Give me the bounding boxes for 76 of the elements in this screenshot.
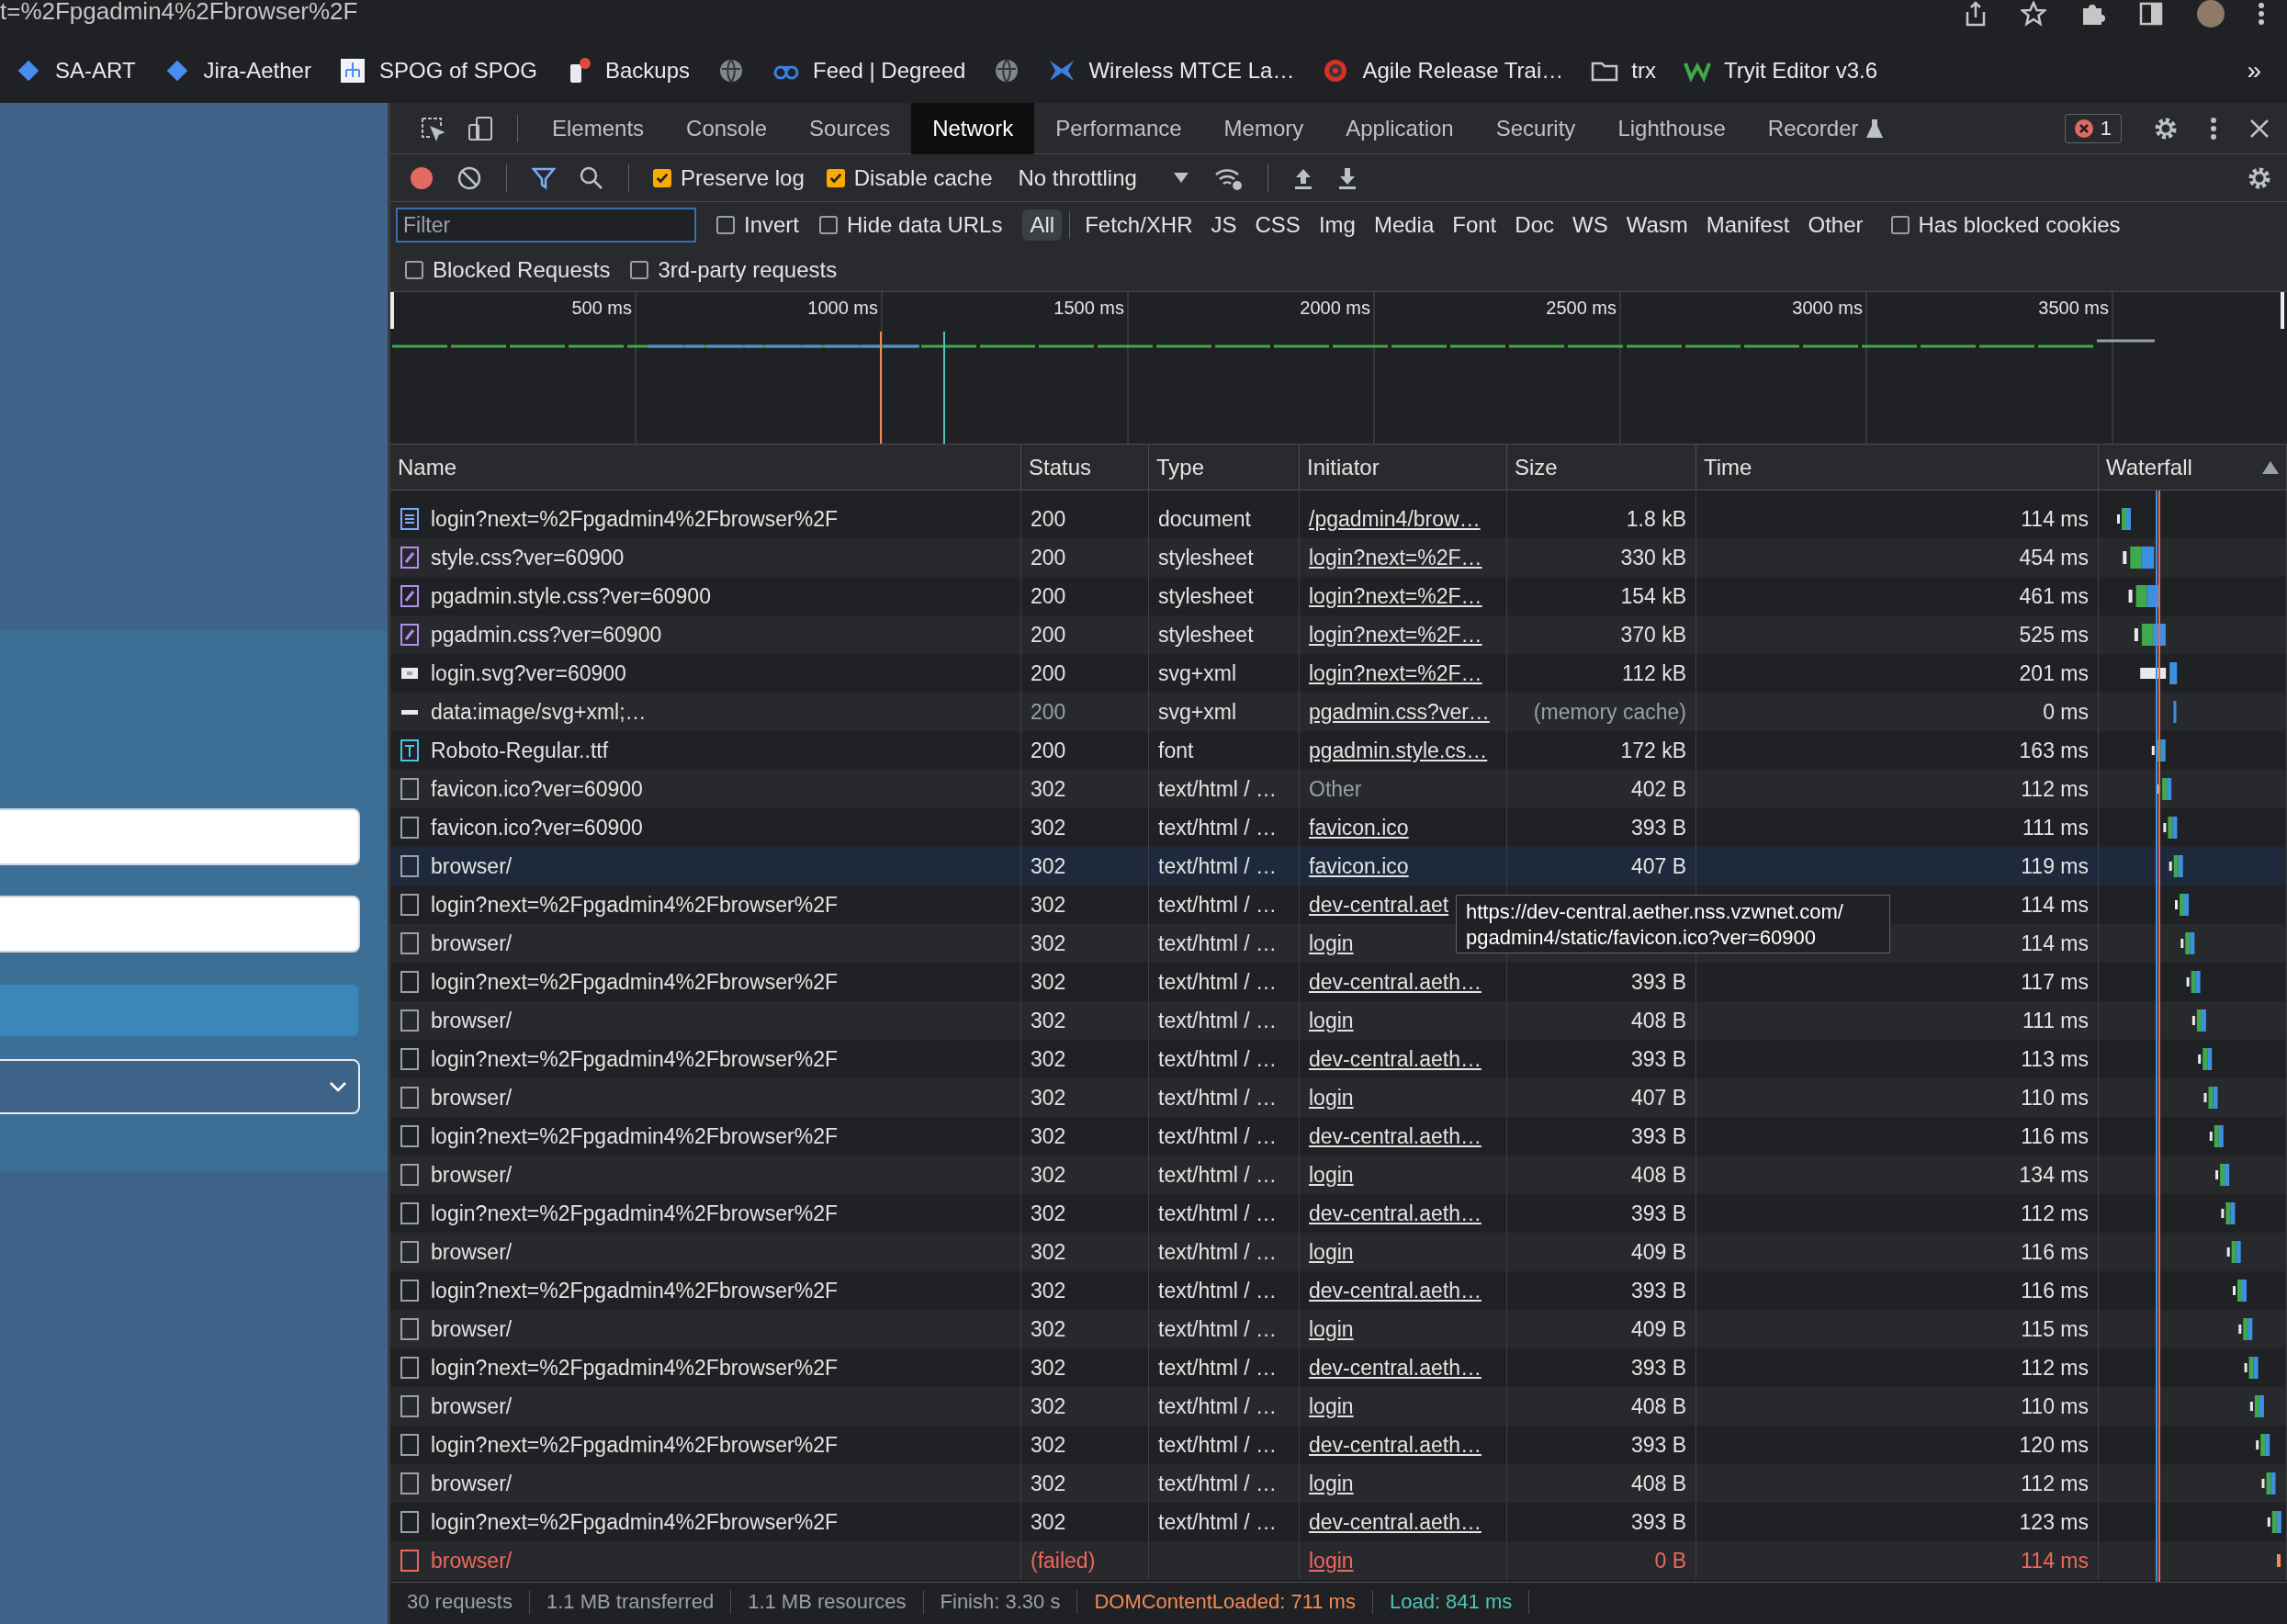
table-cell: 112 ms [1696,1464,2099,1503]
tick-label: 1500 ms [1053,298,1124,319]
tick-label: 2500 ms [1546,298,1617,319]
table-cell: 408 B [1507,1156,1696,1194]
table-cell: text/html / … [1149,1387,1300,1426]
table-cell: 116 ms [1696,1233,2099,1271]
table-cell: 0 ms [1696,693,2099,731]
status-text: 1.1 MB transferred [529,1590,732,1614]
table-cell: 330 kB [1507,538,1696,577]
table-cell: text/html / … [1149,1156,1300,1194]
table-cell: Other [1300,770,1507,808]
table-cell: 200 [1021,538,1149,577]
address-bar-text: t=%2Fpgadmin4%2Fbrowser%2F [0,0,358,24]
table-cell: text/html / … [1149,1233,1300,1271]
table-cell: 119 ms [1696,847,2099,885]
checkbox-label: Preserve log [681,164,805,191]
table-cell: 200 [1021,615,1149,654]
table-cell: 200 [1021,693,1149,731]
table-cell: 110 ms [1696,1078,2099,1117]
table-cell: 402 B [1507,770,1696,808]
table-cell: svg+xml [1149,693,1300,731]
table-cell: (failed) [1021,1541,1149,1580]
table-cell: 408 B [1507,1001,1696,1040]
table-cell: text/html / … [1149,1310,1300,1348]
table-cell: (memory cache) [1507,693,1696,731]
table-cell: stylesheet [1149,538,1300,577]
table-cell: text/html / … [1149,1078,1300,1117]
table-cell: 110 ms [1696,1387,2099,1426]
tick-label: 1000 ms [807,298,878,319]
table-cell: 302 [1021,1387,1149,1426]
table-cell: 0 B [1507,1541,1696,1580]
table-cell: 134 ms [1696,1156,2099,1194]
table-cell: 302 [1021,924,1149,963]
table-cell: 370 kB [1507,615,1696,654]
checkbox-label: Disable cache [853,164,993,191]
table-cell: 407 B [1507,847,1696,885]
tick-label: 3000 ms [1792,298,1863,319]
table-cell: 114 ms [1696,1541,2099,1580]
status-text: 1.1 MB resources [731,1590,924,1614]
status-text: Load: 841 ms [1372,1590,1530,1614]
checkbox-label: 3rd-party requests [658,256,838,283]
status-text: DOMContentLoaded: 711 ms [1077,1590,1373,1614]
checkbox-label: Hide data URLs [847,212,1003,238]
table-cell: 408 B [1507,1464,1696,1503]
table-cell: 302 [1021,1464,1149,1503]
checkbox-label: Blocked Requests [433,256,611,283]
table-cell: 407 B [1507,1078,1696,1117]
table-cell: text/html / … [1149,1001,1300,1040]
table-cell: 302 [1021,1001,1149,1040]
table-cell: 454 ms [1696,538,2099,577]
table-cell: 302 [1021,770,1149,808]
table-cell: 409 B [1507,1233,1696,1271]
table-cell: 302 [1021,1233,1149,1271]
table-cell: 409 B [1507,1310,1696,1348]
table-cell: 115 ms [1696,1310,2099,1348]
status-text: 30 requests [390,1590,530,1614]
tick-label: 2000 ms [1300,298,1370,319]
tick-label: 3500 ms [2038,298,2109,319]
table-cell: text/html / … [1149,1464,1300,1503]
table-cell: 111 ms [1696,1001,2099,1040]
status-text: Finish: 3.30 s [923,1590,1078,1614]
checkbox-label: Has blocked cookies [1918,212,2121,238]
url-tooltip: https://dev-central.aether.nss.vzwnet.com/ pgadmin4/static/favicon.ico?ver=60900 [1456,895,1890,953]
tick-label: 500 ms [571,298,632,319]
table-cell: text/html / … [1149,847,1300,885]
table-cell: 302 [1021,1310,1149,1348]
table-cell: text/html / … [1149,770,1300,808]
table-cell: 302 [1021,847,1149,885]
table-cell: 302 [1021,1078,1149,1117]
checkbox-label: Invert [744,212,800,238]
table-cell: 112 ms [1696,770,2099,808]
table-cell: 525 ms [1696,615,2099,654]
table-cell: 302 [1021,1156,1149,1194]
table-cell: text/html / … [1149,924,1300,963]
table-cell: 408 B [1507,1387,1696,1426]
table-cell: stylesheet [1149,615,1300,654]
